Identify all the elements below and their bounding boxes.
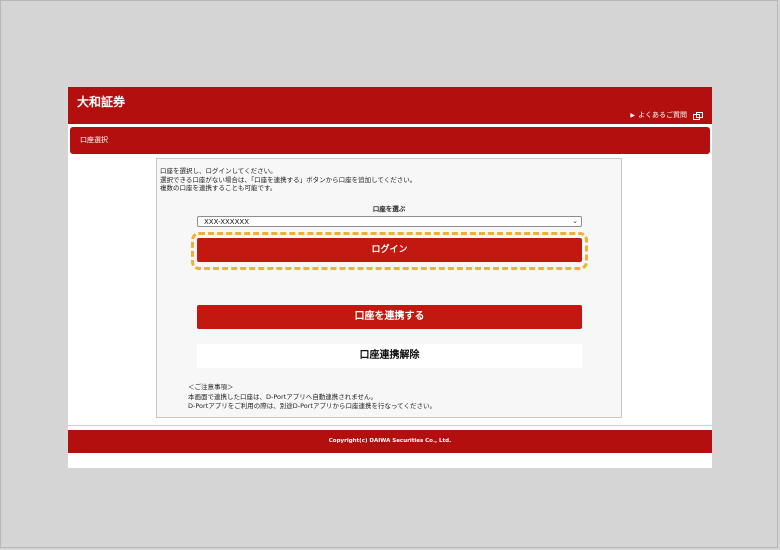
notes-line-2: D-Portアプリをご利用の際は、別途D-Portアプリから口座連携を行なってく… xyxy=(188,402,436,410)
link-account-button[interactable]: 口座を連携する xyxy=(197,305,582,329)
triangle-right-icon: ▶ xyxy=(630,111,635,119)
copyright-text: Copyright(c) DAIWA Securities Co., Ltd. xyxy=(328,438,452,444)
intro-line-1: 口座を選択し、ログインしてください。 xyxy=(160,167,277,175)
chevron-down-icon: ⌄ xyxy=(572,217,578,225)
notes-section: ＜ご注意事項＞ 本画面で連携した口座は、D-Portアプリへ自動連携されません。… xyxy=(188,383,436,412)
account-select-value: XXX-XXXXXX xyxy=(204,218,249,226)
notes-heading: ＜ご注意事項＞ xyxy=(188,383,234,391)
account-select[interactable]: XXX-XXXXXX ⌄ xyxy=(197,216,582,227)
account-select-label: 口座を選ぶ xyxy=(372,205,406,213)
site-header: 大和証券 ▶ よくあるご質問 xyxy=(68,87,712,124)
faq-link[interactable]: ▶ よくあるご質問 xyxy=(630,110,703,120)
footer-divider xyxy=(68,425,712,426)
external-window-icon xyxy=(693,111,703,120)
notes-line-1: 本画面で連携した口座は、D-Portアプリへ自動連携されません。 xyxy=(188,392,378,401)
daiwa-logo: 大和証券 xyxy=(77,95,126,109)
login-button[interactable]: ログイン xyxy=(197,238,582,262)
page-title: 口座選択 xyxy=(80,136,108,144)
account-selection-panel: 口座を選択し、ログインしてください。 選択できる口座がない場合は、「口座を連携す… xyxy=(156,158,622,418)
intro-line-3: 複数の口座を連携することも可能です。 xyxy=(160,184,277,192)
page-title-bar: 口座選択 xyxy=(70,127,710,154)
intro-text: 口座を選択し、ログインしてください。 選択できる口座がない場合は、「口座を連携す… xyxy=(160,167,416,193)
app-page: 大和証券 ▶ よくあるご質問 口座選択 口座を選択し、ログインしてください。 選… xyxy=(68,87,712,468)
faq-link-label: よくあるご質問 xyxy=(638,111,687,119)
unlink-account-button[interactable]: 口座連携解除 xyxy=(197,344,582,368)
intro-line-2: 選択できる口座がない場合は、「口座を連携する」ボタンから口座を追加してください。 xyxy=(160,175,417,184)
site-footer: Copyright(c) DAIWA Securities Co., Ltd. xyxy=(68,430,712,453)
